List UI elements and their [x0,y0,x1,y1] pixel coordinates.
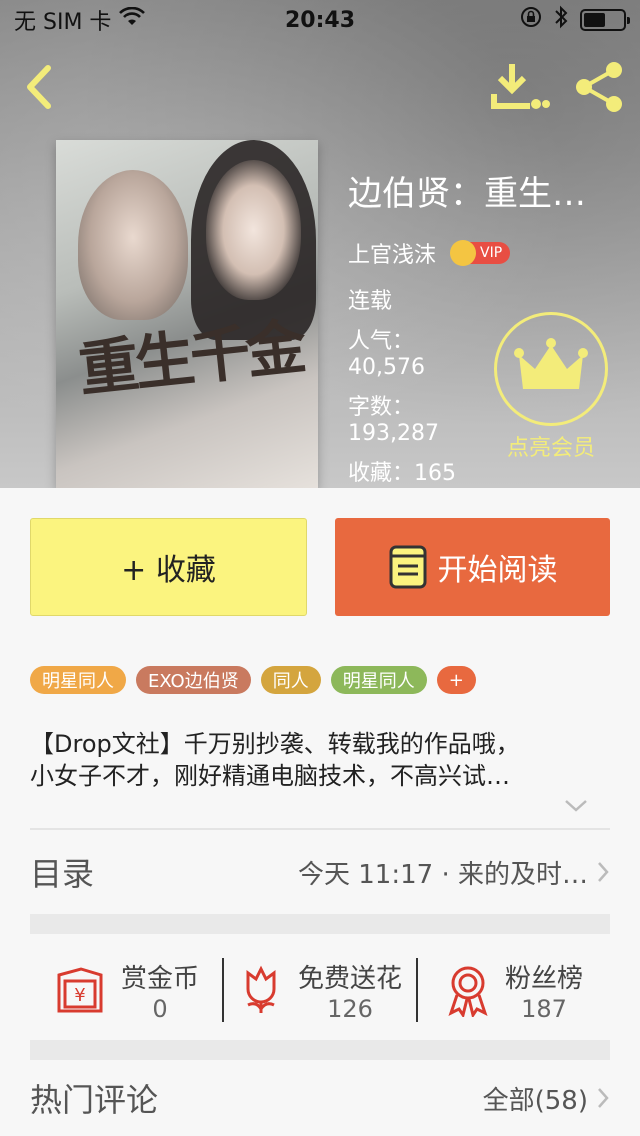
book-description[interactable]: 【Drop文社】千万别抄袭、转载我的作品哦， 小女子不才，刚好精通电脑技术，不高… [30,728,610,792]
tag-pill[interactable]: 同人 [260,666,321,694]
tag-pill[interactable]: 明星同人 [30,666,126,694]
flower-icon [246,965,276,1013]
hot-comments-row[interactable]: 热门评论 全部(58) [30,1060,610,1136]
book-cover[interactable]: 重生千金 [56,140,318,488]
add-tag-button[interactable]: + [436,666,476,694]
stat-value: 187 [521,994,567,1023]
status-bar: 无 SIM 卡 20:43 [0,0,640,40]
support-stats: ¥ 赏金币 0 免费送花 126 粉丝榜 187 [30,940,610,1040]
reward-coins-button[interactable]: ¥ 赏金币 0 [30,958,222,1023]
chevron-right-icon [598,862,609,882]
description-line: 小女子不才，刚好精通电脑技术，不高兴试… [30,762,510,790]
chevron-right-icon [598,1088,609,1108]
section-gap [30,914,610,934]
start-reading-button[interactable]: 开始阅读 [335,518,610,616]
wifi-icon [119,6,146,33]
favorite-count: 收藏：165 [348,461,456,486]
tag-pill[interactable]: EXO边伯贤 [136,666,251,694]
description-line: 【Drop文社】千万别抄袭、转载我的作品哦， [30,730,520,758]
back-arrow-icon[interactable] [18,60,62,114]
section-gap [30,1040,610,1060]
tag-pill[interactable]: 明星同人 [330,666,427,694]
crown-icon [514,338,588,389]
comments-title: 热门评论 [30,1081,159,1119]
send-flower-button[interactable]: 免费送花 126 [224,958,416,1023]
book-title: 边伯贤：重生… [348,174,586,214]
toc-title: 目录 [30,855,95,893]
fan-ranking-button[interactable]: 粉丝榜 187 [418,958,610,1023]
latest-chapter: 今天 11:17 · 来的及时… [298,859,588,890]
stat-label: 免费送花 [297,963,402,994]
vip-member-label[interactable]: 点亮会员 [488,430,614,462]
tag-list: 明星同人 EXO边伯贤 同人 明星同人 + [30,666,476,694]
all-comments-link[interactable]: 全部(58) [483,1080,588,1117]
medal-icon [448,966,488,1017]
crown-icon [450,240,477,266]
carrier-label: 无 SIM 卡 [14,10,112,35]
vip-badge: VIP [450,240,511,266]
stat-label: 粉丝榜 [504,963,583,994]
download-icon[interactable] [490,60,550,114]
svg-text:¥: ¥ [74,985,85,1006]
bluetooth-icon [554,5,568,35]
stat-value: 126 [327,994,373,1023]
author-name[interactable]: 上官浅沫 [348,237,436,269]
book-status: 连载 [348,289,393,314]
book-header: 无 SIM 卡 20:43 重生千金 边伯贤：重生… 上官浅沫 VIP 连载 人… [0,0,640,488]
stat-value: 0 [152,994,168,1023]
battery-icon [580,9,630,31]
rotation-lock-icon [520,6,542,34]
stat-label: 赏金币 [120,963,199,994]
book-icon [389,545,426,589]
chevron-down-icon[interactable] [562,796,590,816]
red-envelope-icon: ¥ [57,967,103,1013]
table-of-contents-row[interactable]: 目录 今天 11:17 · 来的及时… [30,830,610,914]
share-icon[interactable] [570,60,630,114]
add-favorite-button[interactable]: + 收藏 [30,518,307,616]
vip-member-button[interactable] [494,312,608,426]
